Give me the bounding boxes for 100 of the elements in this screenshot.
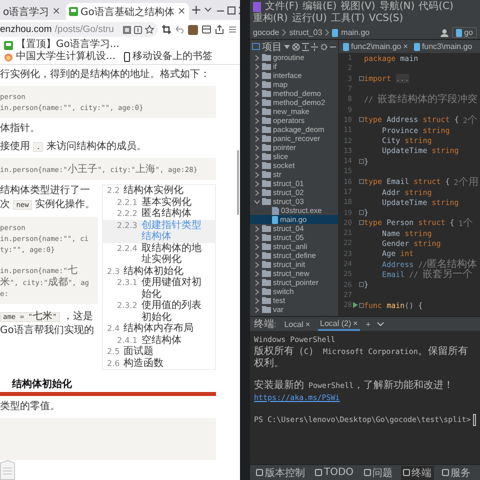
expand-icon[interactable] — [311, 42, 318, 50]
chevron-icon[interactable] — [254, 82, 260, 88]
fold-icon[interactable] — [358, 282, 364, 288]
terminal-tab[interactable]: Local × — [282, 317, 312, 331]
fold-icon[interactable] — [358, 76, 364, 82]
chevron-icon[interactable] — [254, 280, 260, 286]
chevron-icon[interactable] — [254, 144, 260, 150]
breadcrumb-item[interactable]: gocode — [253, 28, 280, 37]
menu-item[interactable]: 编辑(E) — [302, 1, 337, 13]
tool-window-button[interactable]: TODO — [313, 466, 356, 480]
close-tab-button[interactable]: × — [52, 6, 61, 17]
toc-link[interactable]: 2.3.1 使用键值对初始化 — [103, 277, 215, 300]
menu-item[interactable]: 工具(T) — [330, 13, 365, 25]
menu-item[interactable]: VCS(S) — [368, 13, 404, 25]
user-icon[interactable] — [440, 28, 450, 36]
chevron-icon[interactable] — [254, 190, 260, 196]
box-icon[interactable] — [202, 25, 211, 34]
terminal-tab[interactable]: Local (2) × — [318, 317, 360, 331]
chevron-icon[interactable] — [254, 262, 260, 268]
panel-title[interactable]: 项目 — [262, 40, 282, 53]
close-tab-button[interactable]: × — [305, 320, 310, 328]
tool-window-button[interactable]: 终端 — [400, 466, 434, 480]
chevron-icon[interactable] — [254, 226, 260, 232]
tool-window-button[interactable]: 问题 — [362, 466, 395, 480]
chevron-icon[interactable] — [254, 136, 260, 142]
tool-window-button[interactable]: 服务 — [440, 466, 473, 480]
chevron-icon[interactable] — [254, 252, 260, 258]
collapse-icon[interactable] — [302, 42, 309, 50]
back-arrow-icon[interactable] — [175, 25, 184, 34]
toc-link[interactable]: 2.2.4 取结构体的地址实例化 — [103, 242, 215, 266]
chevron-icon[interactable] — [254, 172, 260, 178]
chevron-down-icon[interactable] — [204, 7, 212, 13]
browser-tab[interactable]: o语言学习 × — [0, 3, 64, 20]
caret-icon[interactable] — [284, 44, 290, 48]
chevron-icon[interactable] — [254, 198, 260, 204]
toc-link[interactable]: 2.2.2 匿名结构体 — [103, 208, 215, 220]
toc-link[interactable]: 2.5 面试题 — [103, 346, 215, 358]
reader-icon[interactable] — [134, 26, 142, 34]
bookmark-link[interactable]: 中国大学生计算机设... — [4, 51, 116, 63]
toc-link[interactable]: 2.6 构造函数 — [103, 358, 215, 369]
menu-item[interactable]: 代码(C) — [418, 1, 454, 13]
close-tab-button[interactable]: × — [353, 318, 358, 328]
address-bar[interactable]: enzhou.com /posts/Go/stru — [0, 22, 158, 37]
fold-icon[interactable] — [358, 220, 364, 226]
fold-icon[interactable] — [358, 158, 364, 164]
fold-icon[interactable] — [358, 302, 364, 308]
chevron-icon[interactable] — [254, 270, 260, 276]
chevron-icon[interactable] — [254, 118, 260, 124]
breadcrumb-item[interactable]: main.go — [341, 28, 370, 37]
menu-item[interactable]: 导航(N) — [379, 1, 415, 13]
breadcrumb-item[interactable]: struct_03 — [289, 28, 322, 37]
new-terminal-button[interactable]: + — [366, 320, 370, 328]
editor-tab[interactable]: func2\main.go × — [343, 42, 408, 51]
browser-tab[interactable]: Go语言基础之结构体 × — [66, 3, 189, 20]
chevron-icon[interactable] — [254, 162, 260, 168]
star-icon[interactable] — [145, 25, 154, 34]
chevron-icon[interactable] — [254, 154, 260, 160]
target-icon[interactable] — [292, 42, 300, 50]
chevron-icon[interactable] — [254, 126, 260, 132]
maximize-icon[interactable] — [226, 6, 236, 14]
close-tab-button[interactable]: × — [403, 42, 408, 51]
chevron-icon[interactable] — [254, 64, 260, 70]
toc-link[interactable]: 2.2 结构体实例化 — [103, 185, 215, 196]
chevron-icon[interactable] — [254, 54, 260, 60]
toc-link[interactable]: 2.3.2 使用值的列表初始化 — [103, 300, 215, 323]
menu-icon[interactable] — [228, 25, 237, 34]
scrollbar-thumb[interactable] — [237, 150, 239, 215]
chevron-icon[interactable] — [254, 306, 260, 312]
mobile-bookmarks-link[interactable]: 移动设备上的书签 — [124, 51, 213, 63]
chevron-icon[interactable] — [254, 244, 260, 250]
chevron-icon[interactable] — [254, 90, 260, 96]
toc-link[interactable]: 2.4.1 空结构体 — [103, 334, 215, 346]
tool-window-button[interactable]: 版本控制 — [254, 466, 307, 480]
chevron-icon[interactable] — [254, 234, 260, 240]
qr-code-icon[interactable] — [123, 26, 131, 34]
chevron-icon[interactable] — [254, 100, 260, 106]
bookmark-link[interactable]: 【置顶】Go语言学习... — [4, 39, 120, 51]
run-icon[interactable] — [352, 302, 358, 308]
fold-icon[interactable] — [358, 210, 364, 216]
chevron-icon[interactable] — [254, 108, 260, 114]
close-tab-button[interactable]: × — [177, 6, 186, 17]
menu-item[interactable]: 视图(V) — [340, 1, 376, 13]
toc-link[interactable]: 2.2.3 创建指针类型结构体 — [103, 220, 215, 242]
menu-item[interactable]: 重构(R) — [253, 13, 288, 25]
toc-link[interactable]: 2.3 结构体初始化 — [103, 266, 215, 277]
chevron-icon[interactable] — [254, 298, 260, 304]
new-tab-button[interactable]: + — [190, 2, 202, 18]
run-config-dropdown[interactable]: go — [452, 27, 477, 38]
menu-item[interactable]: 运行(U) — [292, 13, 327, 25]
editor-tab[interactable]: func3\main.go — [414, 42, 472, 51]
toc-link[interactable]: 2.2.1 基本实例化 — [103, 196, 215, 208]
chevron-down-icon[interactable] — [376, 322, 384, 326]
avatar[interactable] — [188, 24, 198, 34]
toc-link[interactable]: 2.4 结构体内存布局 — [103, 323, 215, 334]
share-icon[interactable] — [215, 25, 224, 34]
settings-icon[interactable] — [320, 42, 328, 50]
menu-item[interactable]: 文件(F) — [265, 1, 299, 13]
chevron-icon[interactable] — [254, 72, 260, 78]
fold-icon[interactable] — [358, 179, 364, 184]
chevron-icon[interactable] — [254, 180, 260, 186]
